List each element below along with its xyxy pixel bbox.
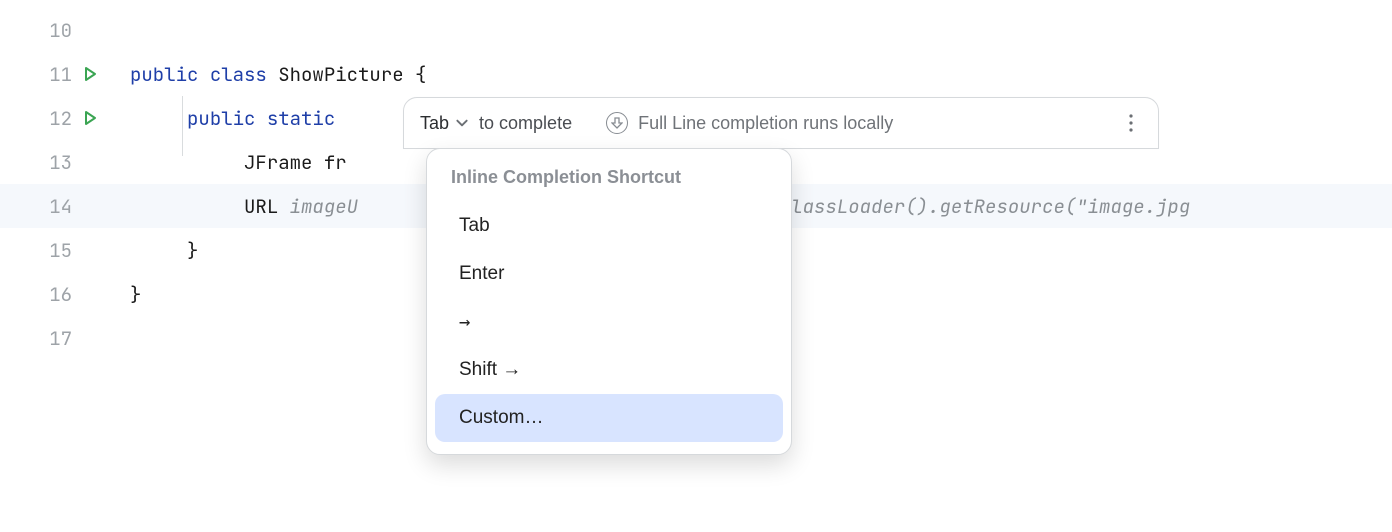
dropdown-item-shift-right[interactable]: Shift → [435, 346, 783, 394]
shortcut-dropdown: Inline Completion Shortcut Tab Enter → S… [426, 148, 792, 455]
run-gutter-icon[interactable] [82, 108, 102, 128]
gutter-line-current: 14 [0, 184, 120, 228]
dropdown-item-label: Shift → [459, 359, 521, 381]
spacer [82, 284, 102, 304]
brace: } [187, 238, 198, 263]
code-line [120, 8, 1392, 52]
full-line-icon [606, 112, 628, 134]
line-number: 16 [38, 282, 72, 307]
ghost-text: imageU [290, 194, 358, 219]
type-name: URL [244, 194, 278, 219]
identifier: fr [324, 150, 347, 175]
spacer [82, 240, 102, 260]
dropdown-item-right-arrow[interactable]: → [435, 298, 783, 346]
spacer [82, 20, 102, 40]
gutter-line: 10 [0, 8, 120, 52]
ghost-text: etClassLoader().getResource( [757, 194, 1076, 219]
dropdown-item-label: Tab [459, 215, 490, 237]
keyword: public [130, 62, 198, 87]
spacer [82, 196, 102, 216]
hint-label: to complete [479, 113, 572, 134]
line-number: 10 [38, 18, 72, 43]
hint-info: Full Line completion runs locally [638, 113, 1112, 134]
spacer [82, 152, 102, 172]
dropdown-item-label: Custom… [459, 407, 543, 429]
spacer [82, 328, 102, 348]
line-number: 11 [38, 62, 72, 87]
indent-guide [182, 96, 183, 156]
line-number: 17 [38, 326, 72, 351]
gutter: 10 11 12 13 14 15 16 [0, 0, 120, 532]
inline-completion-hint: Tab to complete Full Line completion run… [403, 97, 1159, 149]
brace: } [130, 282, 141, 307]
dropdown-item-label: → [459, 311, 470, 333]
dropdown-item-custom[interactable]: Custom… [435, 394, 783, 442]
type-name: JFrame [244, 150, 312, 175]
gutter-line: 17 [0, 316, 120, 360]
keyword: static [267, 106, 335, 131]
class-name: ShowPicture [278, 62, 403, 87]
dropdown-item-enter[interactable]: Enter [435, 250, 783, 298]
brace: { [415, 62, 426, 87]
gutter-line: 16 [0, 272, 120, 316]
line-number: 13 [38, 150, 72, 175]
line-number: 12 [38, 106, 72, 131]
more-menu-button[interactable] [1120, 112, 1142, 134]
dropdown-item-label: Enter [459, 263, 504, 285]
dropdown-item-tab[interactable]: Tab [435, 202, 783, 250]
gutter-line: 11 [0, 52, 120, 96]
hint-key-label: Tab [420, 113, 449, 134]
code-line: public class ShowPicture { [120, 52, 1392, 96]
chevron-down-icon [455, 116, 469, 130]
keyword: public [187, 106, 255, 131]
gutter-line: 15 [0, 228, 120, 272]
keyword: class [210, 62, 267, 87]
hint-key-dropdown[interactable]: Tab [420, 113, 469, 134]
gutter-line: 12 [0, 96, 120, 140]
gutter-line: 13 [0, 140, 120, 184]
ghost-string: "image.jpg [1076, 194, 1190, 219]
line-number: 14 [38, 194, 72, 219]
line-number: 15 [38, 238, 72, 263]
run-gutter-icon[interactable] [82, 64, 102, 84]
dropdown-header: Inline Completion Shortcut [427, 159, 791, 202]
